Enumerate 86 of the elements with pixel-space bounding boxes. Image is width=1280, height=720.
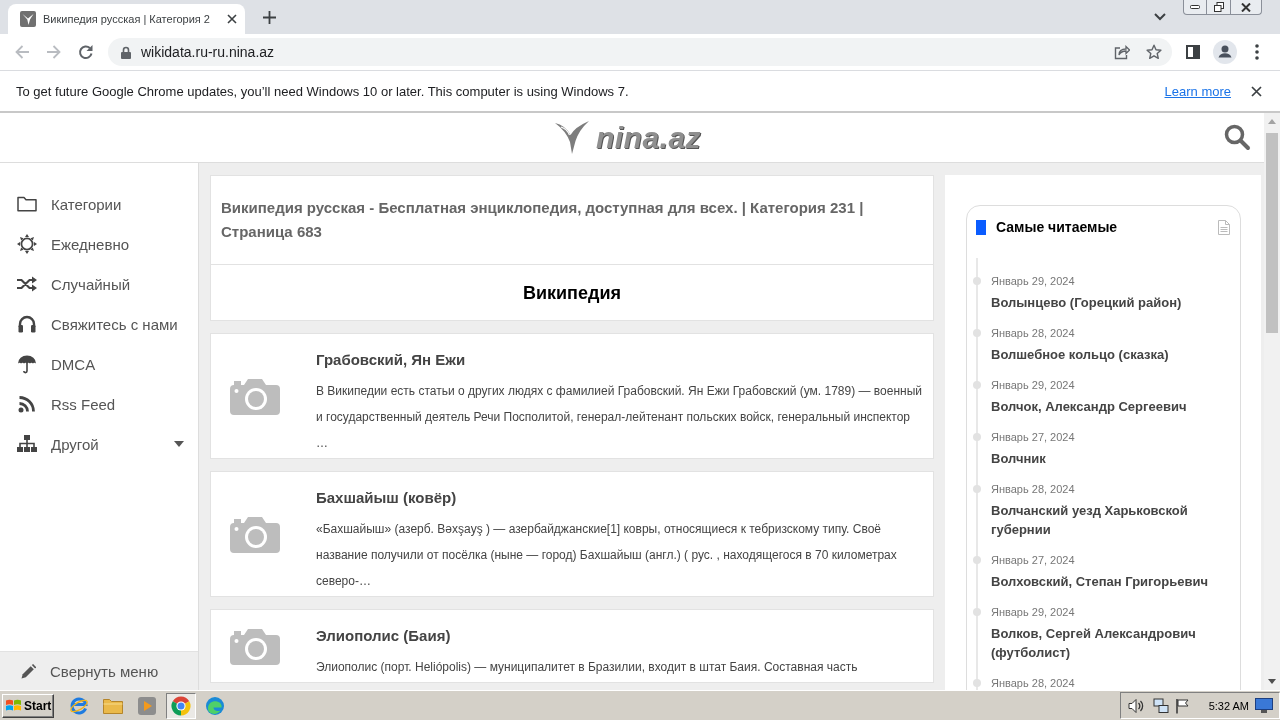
browser-e-icon (69, 695, 89, 716)
caret-icon (174, 441, 184, 447)
section-title: Википедия (523, 281, 621, 304)
search-icon[interactable] (1224, 124, 1251, 151)
folder-icon (103, 697, 123, 714)
windows-flag-icon (6, 699, 21, 712)
restore-button[interactable] (1207, 0, 1231, 15)
article-link[interactable]: Волшебное кольцо (сказка) (991, 345, 1234, 364)
article-excerpt: В Википедии есть статьи о других людях с фамилией Грабовский. Ян Ежи Грабовский (ум. 1789) — военный и государственный деятель Речи Посполитой, генерал-лейтенант польских войск, генеральный инспектор … (316, 383, 923, 452)
close-icon[interactable] (1251, 85, 1262, 97)
article-link[interactable]: Волчанский уезд Харьковской губернии (991, 501, 1234, 539)
article-excerpt: Элиополис (порт. Heliópolis) — муниципалитет в Бразилии, входит в штат Баия. Составная часть (316, 659, 859, 676)
document-icon (1218, 219, 1230, 235)
sidebar-item[interactable]: Случайный (0, 264, 198, 304)
article-date: Январь 29, 2024 (991, 605, 1076, 620)
close-icon[interactable] (227, 14, 237, 24)
desktop-icon[interactable] (1255, 697, 1273, 714)
sidebar-item[interactable]: DMCA (0, 344, 198, 384)
learn-more-link[interactable]: Learn more (1164, 83, 1231, 99)
menu-icon[interactable] (1255, 44, 1259, 60)
logo-bird-icon[interactable] (554, 120, 590, 155)
collapse-menu-button[interactable]: Свернуть меню (0, 651, 198, 690)
lock-icon (121, 45, 131, 59)
article-title[interactable]: Грабовский, Ян Ежи (316, 350, 924, 370)
scrollbar-thumb[interactable] (1266, 133, 1278, 333)
camera-icon (230, 627, 280, 665)
close-icon (1241, 2, 1251, 12)
minimize-button[interactable] (1183, 0, 1207, 15)
article-date: Январь 27, 2024 (991, 553, 1076, 568)
article-date: Январь 28, 2024 (991, 326, 1076, 341)
scrollbar[interactable] (1264, 113, 1280, 690)
sidebar-item[interactable]: Другой (0, 424, 198, 464)
pencil-icon (21, 663, 36, 679)
flag-icon[interactable] (1174, 697, 1190, 714)
umbrella-icon (17, 354, 37, 374)
article-link[interactable]: Волховский, Степан Григорьевич (991, 572, 1234, 591)
scroll-down-icon[interactable] (1268, 679, 1276, 684)
article-title[interactable]: Элиополис (Баия) (316, 626, 924, 646)
rss-icon (18, 395, 36, 413)
article-link[interactable]: Волчок, Александр Сергеевич (991, 397, 1234, 416)
network-icon[interactable] (1153, 697, 1169, 714)
sidebar-item[interactable]: Категории (0, 184, 198, 224)
new-tab-icon[interactable] (263, 10, 276, 24)
media-player-icon (137, 695, 157, 716)
clock: 5:32 AM (1208, 699, 1249, 712)
sidebar-item[interactable]: Свяжитесь с нами (0, 304, 198, 344)
article-link[interactable]: Волчник (991, 449, 1234, 468)
profile-icon[interactable] (1213, 40, 1237, 64)
camera-icon (230, 515, 280, 553)
article-date: Январь 29, 2024 (991, 274, 1076, 289)
address-bar[interactable]: wikidata.ru-ru.nina.az (108, 38, 1172, 66)
sidebar-item[interactable]: Rss Feed (0, 384, 198, 424)
article-date: Январь 28, 2024 (991, 676, 1076, 690)
favicon-icon (20, 11, 36, 27)
sidebar-item[interactable]: Ежедневно (0, 224, 198, 264)
headphones-icon (17, 315, 37, 333)
minimize-icon (1190, 5, 1200, 9)
article-date: Январь 27, 2024 (991, 430, 1076, 445)
star-icon[interactable] (1146, 44, 1162, 60)
most-read-title: Самые читаемые (996, 219, 1118, 235)
folder-icon (17, 196, 37, 212)
sitemap-icon (17, 435, 37, 453)
article-excerpt: «Бахшайыш» (азерб. Bəxşayş ) — азербайджанские[1] ковры, относящиеся к тебризскому типу. Своё название получили от посёлка (ныне — город) Бахшайыш (англ.) ( рус. , находящегося в 70 километрах северо-… (316, 521, 898, 590)
article-link[interactable]: Волынцево (Горецкий район) (991, 293, 1234, 312)
sun-icon (17, 234, 37, 254)
chevron-down-icon[interactable] (1154, 13, 1166, 21)
start-button[interactable]: Start (2, 693, 54, 718)
article-date: Январь 29, 2024 (991, 378, 1076, 393)
tricolor-circle-icon (171, 695, 191, 716)
swirl-icon (205, 695, 225, 716)
reload-icon[interactable] (78, 44, 94, 60)
article-date: Январь 28, 2024 (991, 482, 1076, 497)
title-marker-icon (976, 219, 986, 235)
share-icon[interactable] (1114, 44, 1130, 60)
restore-icon (1213, 2, 1224, 12)
shuffle-icon (17, 276, 37, 292)
side-panel-icon[interactable] (1186, 45, 1200, 59)
browser-tab[interactable]: Википедия русская | Категория 2 (8, 4, 245, 34)
taskbar-app-button[interactable] (166, 692, 196, 719)
speaker-icon[interactable] (1128, 697, 1144, 714)
window-close-button[interactable] (1231, 0, 1262, 15)
article-link[interactable]: Волков, Сергей Александрович (футболист) (991, 624, 1234, 662)
page-heading: Википедия русская - Бесплатная энциклопедия, доступная для всех. | Категория 231 | Страница 683 (221, 198, 865, 242)
camera-icon (230, 377, 280, 415)
update-notice-text: To get future Google Chrome updates, you’ll need Windows 10 or later. This computer is using Windows 7. (16, 83, 629, 99)
article-title[interactable]: Бахшайыш (ковёр) (316, 488, 924, 508)
